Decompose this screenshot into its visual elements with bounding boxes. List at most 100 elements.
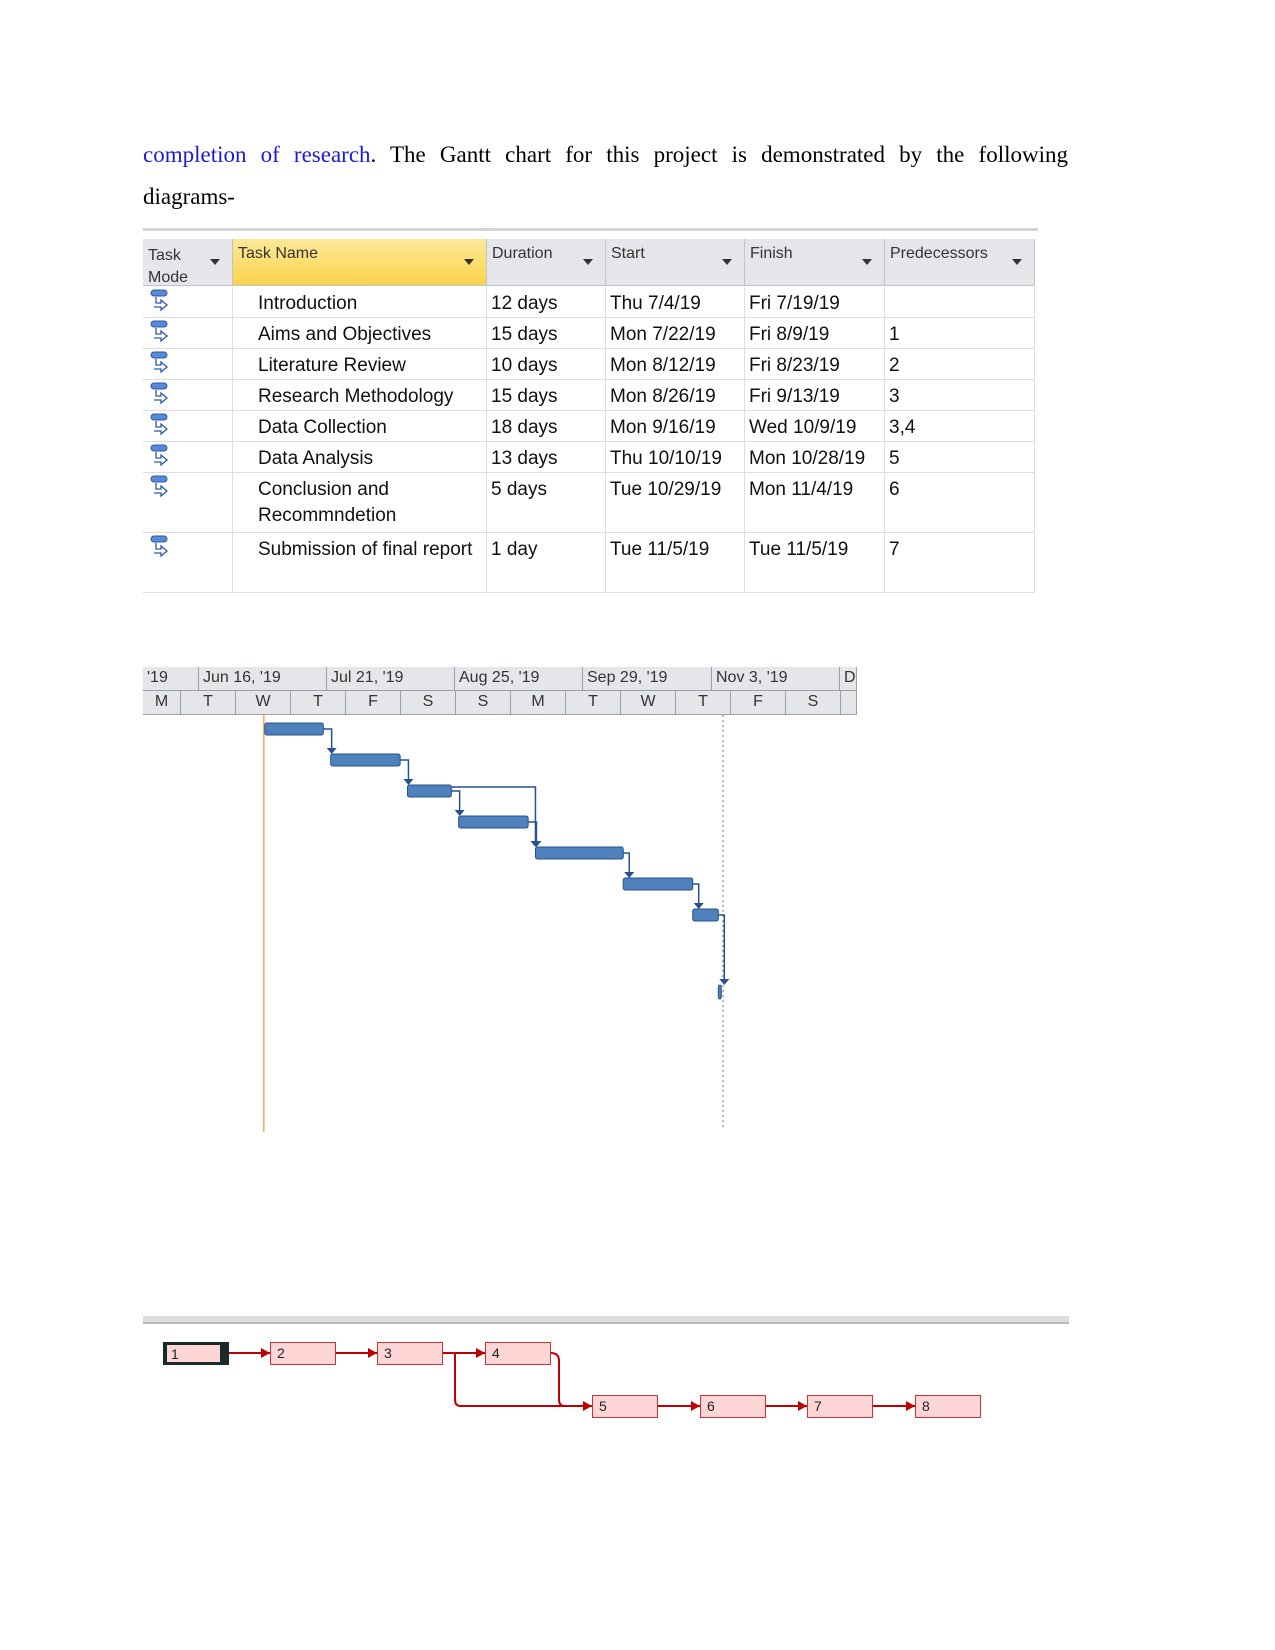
task-bar bbox=[622, 877, 694, 891]
cell-name: Data Collection bbox=[233, 411, 487, 442]
auto-scheduled-icon bbox=[150, 475, 170, 498]
cell-name: Data Analysis bbox=[233, 442, 487, 473]
column-header-label: Finish bbox=[750, 245, 793, 262]
column-header-3[interactable]: Start bbox=[606, 239, 745, 286]
node-label: 6 bbox=[707, 1398, 715, 1414]
cell-pred bbox=[885, 287, 1035, 318]
cell-pred: 6 bbox=[885, 473, 1035, 533]
cell-duration: 1 day bbox=[487, 533, 606, 593]
cell-start: Mon 8/26/19 bbox=[606, 380, 745, 411]
task-bar bbox=[264, 722, 324, 736]
network-node-1[interactable]: 1 bbox=[163, 1342, 229, 1365]
task-mode-cell bbox=[143, 533, 233, 593]
network-node-3[interactable]: 3 bbox=[377, 1342, 443, 1365]
cell-finish: Fri 8/23/19 bbox=[745, 349, 885, 380]
link-arrow-icon bbox=[798, 1401, 807, 1411]
dropdown-arrow-icon[interactable] bbox=[1012, 259, 1022, 265]
cell-pred: 3 bbox=[885, 380, 1035, 411]
auto-scheduled-icon bbox=[150, 382, 170, 405]
cell-name: Research Methodology bbox=[233, 380, 487, 411]
link-arrow-icon bbox=[261, 1348, 270, 1358]
cell-duration: 15 days bbox=[487, 380, 606, 411]
dropdown-arrow-icon[interactable] bbox=[464, 259, 474, 265]
auto-scheduled-icon bbox=[150, 289, 170, 312]
cell-finish: Fri 9/13/19 bbox=[745, 380, 885, 411]
node-label: 8 bbox=[922, 1398, 930, 1414]
task-bar bbox=[458, 815, 529, 829]
dropdown-arrow-icon[interactable] bbox=[583, 259, 593, 265]
cell-finish: Mon 11/4/19 bbox=[745, 473, 885, 533]
document-page: completion of research. The Gantt chart … bbox=[0, 0, 1275, 1650]
dependency-link bbox=[400, 759, 410, 780]
cell-pred: 3,4 bbox=[885, 411, 1035, 442]
task-mode-cell bbox=[143, 442, 233, 473]
dependency-link bbox=[692, 883, 700, 904]
cell-name: Literature Review bbox=[233, 349, 487, 380]
column-header-label: Duration bbox=[492, 245, 553, 262]
cell-duration: 12 days bbox=[487, 287, 606, 318]
cell-start: Tue 11/5/19 bbox=[606, 533, 745, 593]
link-arrow-icon bbox=[476, 1348, 485, 1358]
task-mode-cell bbox=[143, 411, 233, 442]
dependency-arrow-icon bbox=[719, 979, 730, 985]
network-node-7[interactable]: 7 bbox=[807, 1395, 873, 1418]
column-header-1[interactable]: Task Name bbox=[233, 239, 487, 286]
cell-start: Tue 10/29/19 bbox=[606, 473, 745, 533]
dropdown-arrow-icon[interactable] bbox=[862, 259, 872, 265]
dependency-link bbox=[451, 790, 461, 811]
auto-scheduled-icon bbox=[150, 351, 170, 374]
dependency-link bbox=[451, 786, 537, 842]
dropdown-arrow-icon[interactable] bbox=[210, 259, 220, 265]
network-links bbox=[229, 1348, 915, 1411]
task-bar bbox=[534, 846, 624, 860]
task-mode-cell bbox=[143, 349, 233, 380]
cell-finish: Fri 8/9/19 bbox=[745, 318, 885, 349]
cell-pred: 2 bbox=[885, 349, 1035, 380]
research-link[interactable]: completion of research bbox=[143, 142, 371, 167]
dependency-link bbox=[623, 852, 630, 873]
cell-duration: 5 days bbox=[487, 473, 606, 533]
cell-name: Introduction bbox=[233, 287, 487, 318]
link-arrow-icon bbox=[583, 1401, 592, 1411]
link-arrow-icon bbox=[906, 1401, 915, 1411]
network-link bbox=[550, 1352, 566, 1407]
cell-name: Submission of final report bbox=[233, 533, 487, 593]
column-header-5[interactable]: Predecessors bbox=[885, 239, 1035, 286]
task-mode-cell bbox=[143, 318, 233, 349]
cell-duration: 15 days bbox=[487, 318, 606, 349]
network-node-4[interactable]: 4 bbox=[485, 1342, 551, 1365]
dependency-arrow-icon bbox=[326, 748, 337, 754]
dependency-link bbox=[323, 728, 333, 749]
network-node-2[interactable]: 2 bbox=[270, 1342, 336, 1365]
column-header-2[interactable]: Duration bbox=[487, 239, 606, 286]
network-node-5[interactable]: 5 bbox=[592, 1395, 658, 1418]
task-mode-cell bbox=[143, 473, 233, 533]
task-bar bbox=[330, 753, 401, 767]
node-label: 5 bbox=[599, 1398, 607, 1414]
dropdown-arrow-icon[interactable] bbox=[722, 259, 732, 265]
cell-pred: 1 bbox=[885, 318, 1035, 349]
paragraph-line: completion of research. The Gantt chart … bbox=[143, 142, 1068, 168]
node-label: 2 bbox=[277, 1345, 285, 1361]
cell-finish: Fri 7/19/19 bbox=[745, 287, 885, 318]
network-node-6[interactable]: 6 bbox=[700, 1395, 766, 1418]
column-header-4[interactable]: Finish bbox=[745, 239, 885, 286]
cell-start: Mon 7/22/19 bbox=[606, 318, 745, 349]
link-arrow-icon bbox=[368, 1348, 377, 1358]
column-header-label: Task Name bbox=[238, 245, 319, 262]
column-header-0[interactable]: Task Mode bbox=[143, 239, 233, 286]
network-diagram: 1 2 3 4 5 6 7 8 bbox=[143, 1316, 1069, 1436]
network-node-8[interactable]: 8 bbox=[915, 1395, 981, 1418]
dependency-arrow-icon bbox=[403, 779, 414, 785]
column-header-label: Task Mode bbox=[148, 247, 189, 286]
column-header-label: Start bbox=[611, 245, 645, 262]
gantt-bars bbox=[263, 715, 730, 1132]
auto-scheduled-icon bbox=[150, 320, 170, 343]
cell-name: Aims and Objectives bbox=[233, 318, 487, 349]
cell-duration: 13 days bbox=[487, 442, 606, 473]
cell-name: Conclusion and Recommndetion bbox=[233, 473, 487, 533]
gantt-chart: '19 Jun 16, '19 Jul 21, '19 Aug 25, '19 Sep … bbox=[143, 667, 857, 1137]
column-header-label: Predecessors bbox=[890, 245, 988, 262]
cell-finish: Tue 11/5/19 bbox=[745, 533, 885, 593]
cell-start: Thu 10/10/19 bbox=[606, 442, 745, 473]
